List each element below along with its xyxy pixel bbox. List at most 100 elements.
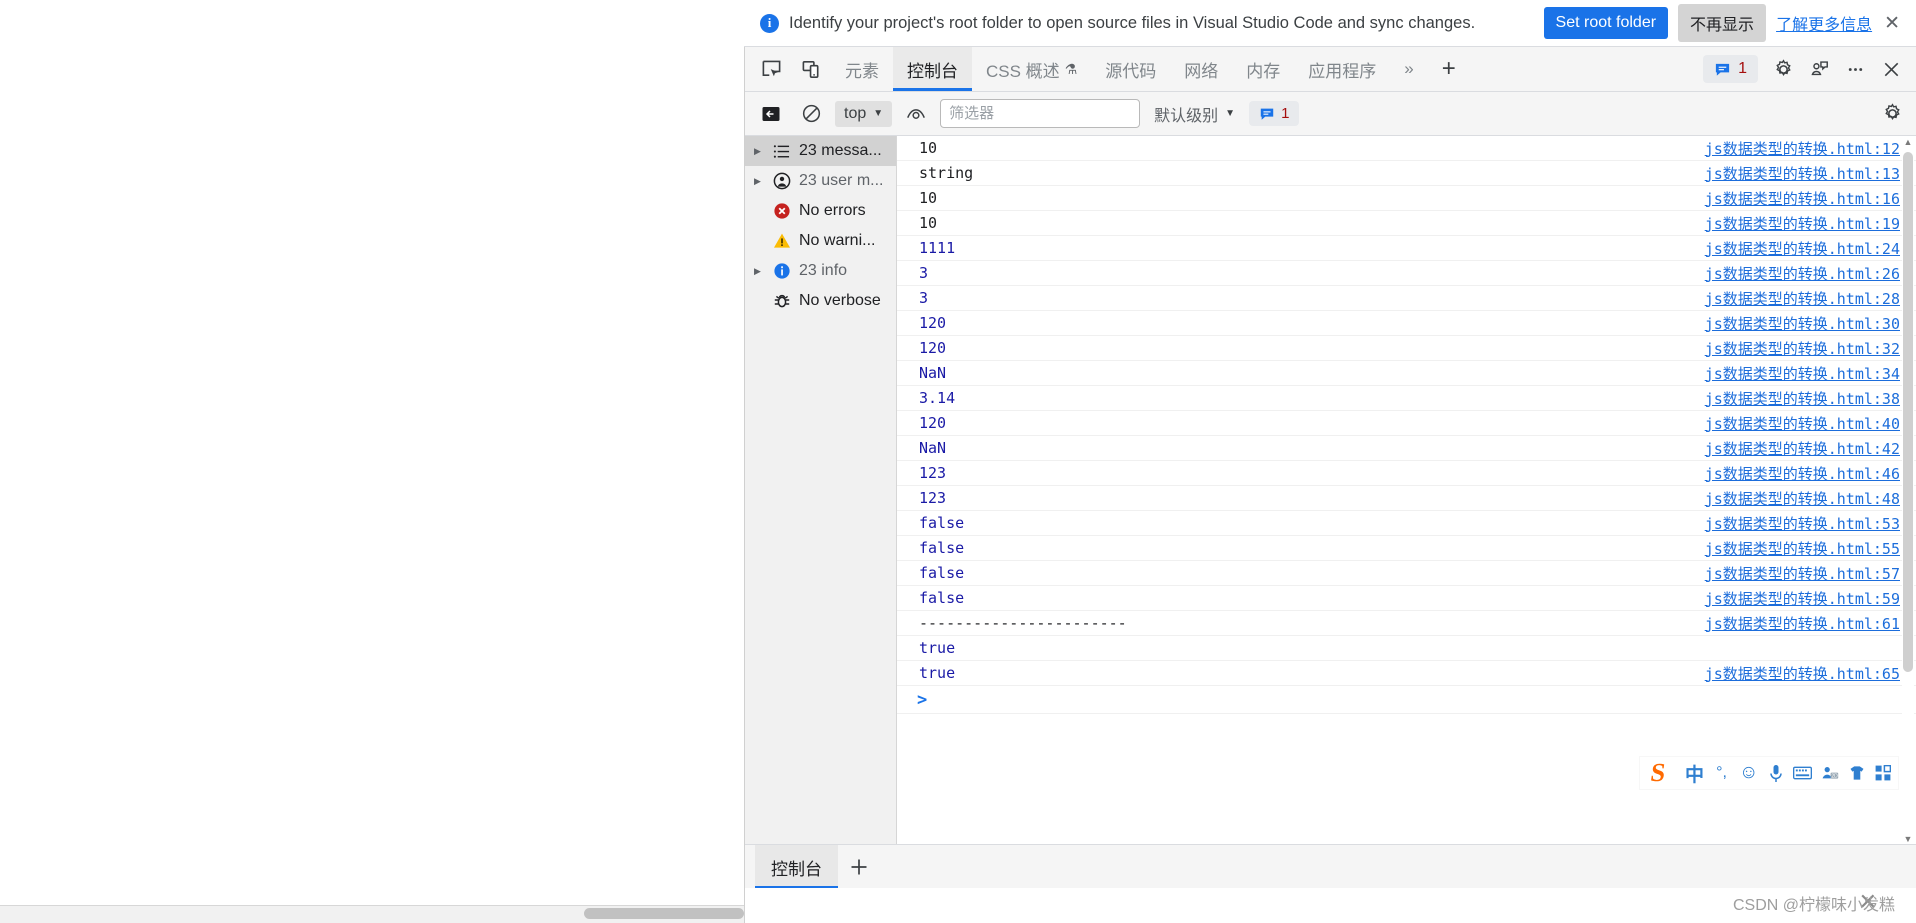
ime-toolbox-icon[interactable]: [1874, 762, 1891, 784]
device-toolbar-icon[interactable]: [791, 47, 831, 91]
ime-mode-chinese[interactable]: 中: [1685, 762, 1704, 786]
console-message-source-link[interactable]: js数据类型的转换.html:65: [1705, 663, 1900, 684]
console-sidebar-item-1[interactable]: ▶ 23 user m...: [745, 166, 896, 196]
console-message-row[interactable]: 120 js数据类型的转换.html:40: [897, 411, 1916, 436]
console-message-row[interactable]: true: [897, 636, 1916, 661]
scrollbar-thumb[interactable]: [1903, 152, 1913, 672]
drawer-add-tool-icon[interactable]: [838, 845, 880, 889]
console-message-row[interactable]: 123 js数据类型的转换.html:48: [897, 486, 1916, 511]
add-panel-icon[interactable]: +: [1428, 47, 1470, 91]
tab-elements[interactable]: 元素: [831, 47, 893, 91]
console-message-row[interactable]: NaN js数据类型的转换.html:34: [897, 361, 1916, 386]
console-message-source-link[interactable]: js数据类型的转换.html:57: [1705, 563, 1900, 584]
console-message-source-link[interactable]: js数据类型的转换.html:13: [1705, 163, 1900, 184]
console-message-row[interactable]: 123 js数据类型的转换.html:46: [897, 461, 1916, 486]
feedback-icon[interactable]: [1802, 52, 1836, 86]
console-vertical-scrollbar[interactable]: ▲ ▼: [1902, 136, 1914, 846]
console-message-value: 10: [919, 189, 938, 207]
console-message-source-link[interactable]: js数据类型的转换.html:30: [1705, 313, 1900, 334]
tab-console[interactable]: 控制台: [893, 47, 972, 91]
console-messages-container: 10 js数据类型的转换.html:12 string js数据类型的转换.html:…: [897, 136, 1916, 686]
console-message-row[interactable]: false js数据类型的转换.html:53: [897, 511, 1916, 536]
console-sidebar-item-5[interactable]: ▶No verbose: [745, 286, 896, 316]
execution-context-select[interactable]: top ▼: [835, 100, 893, 127]
close-devtools-icon[interactable]: [1874, 52, 1908, 86]
console-message-source-link[interactable]: js数据类型的转换.html:16: [1705, 188, 1900, 209]
console-message-source-link[interactable]: js数据类型的转换.html:48: [1705, 488, 1900, 509]
console-message-source-link[interactable]: js数据类型的转换.html:12: [1705, 138, 1900, 159]
console-message-row[interactable]: 10 js数据类型的转换.html:12: [897, 136, 1916, 161]
tab-css-overview[interactable]: CSS 概述 ⚗: [972, 47, 1091, 91]
clear-console-icon[interactable]: [795, 99, 827, 129]
inspect-element-icon[interactable]: [751, 47, 791, 91]
console-message-source-link[interactable]: js数据类型的转换.html:26: [1705, 263, 1900, 284]
settings-gear-icon[interactable]: [1766, 52, 1800, 86]
console-message-row[interactable]: 3 js数据类型的转换.html:28: [897, 286, 1916, 311]
expand-triangle-icon[interactable]: ▶: [751, 176, 764, 187]
page-horizontal-scrollbar[interactable]: [584, 908, 744, 919]
console-message-row[interactable]: string js数据类型的转换.html:13: [897, 161, 1916, 186]
console-message-row[interactable]: 3.14 js数据类型的转换.html:38: [897, 386, 1916, 411]
tab-sources[interactable]: 源代码: [1091, 47, 1170, 91]
ime-skin-icon[interactable]: [1848, 762, 1865, 784]
console-message-source-link[interactable]: js数据类型的转换.html:55: [1705, 538, 1900, 559]
console-message-source-link[interactable]: js数据类型的转换.html:46: [1705, 463, 1900, 484]
console-sidebar-item-0[interactable]: ▶ 23 messa...: [745, 136, 896, 166]
console-message-source-link[interactable]: js数据类型的转换.html:34: [1705, 363, 1900, 384]
tab-application[interactable]: 应用程序: [1294, 47, 1390, 91]
console-message-source-link[interactable]: js数据类型的转换.html:32: [1705, 338, 1900, 359]
learn-more-link[interactable]: 了解更多信息: [1776, 11, 1872, 35]
console-message-source-link[interactable]: js数据类型的转换.html:53: [1705, 513, 1900, 534]
console-sidebar-item-4[interactable]: ▶ 23 info: [745, 256, 896, 286]
console-message-source-link[interactable]: js数据类型的转换.html:28: [1705, 288, 1900, 309]
console-message-source-link[interactable]: js数据类型的转换.html:59: [1705, 588, 1900, 609]
filterbar-issues-button[interactable]: 1: [1249, 101, 1300, 126]
console-message-source-link[interactable]: js数据类型的转换.html:38: [1705, 388, 1900, 409]
drawer-tab-console[interactable]: 控制台: [755, 845, 838, 889]
console-message-row[interactable]: 10 js数据类型的转换.html:16: [897, 186, 1916, 211]
console-message-row[interactable]: false js数据类型的转换.html:59: [897, 586, 1916, 611]
ime-screenshot-icon[interactable]: 2D: [1821, 762, 1839, 784]
console-message-row[interactable]: 120 js数据类型的转换.html:30: [897, 311, 1916, 336]
tab-network[interactable]: 网络: [1170, 47, 1232, 91]
scroll-up-icon[interactable]: ▲: [1902, 136, 1914, 149]
console-message-row[interactable]: true js数据类型的转换.html:65: [897, 661, 1916, 686]
console-message-row[interactable]: 3 js数据类型的转换.html:26: [897, 261, 1916, 286]
issues-counter-button[interactable]: 1: [1703, 55, 1758, 83]
ime-voice-icon[interactable]: [1767, 762, 1784, 784]
console-sidebar-item-2[interactable]: ▶No errors: [745, 196, 896, 226]
expand-triangle-icon[interactable]: ▶: [751, 266, 764, 277]
ime-emoji-icon[interactable]: ☺: [1739, 762, 1758, 784]
expand-triangle-icon[interactable]: ▶: [751, 146, 764, 157]
close-icon[interactable]: ✕: [1882, 14, 1902, 33]
set-root-folder-button[interactable]: Set root folder: [1543, 7, 1669, 39]
log-level-select[interactable]: 默认级别 ▼: [1148, 98, 1241, 130]
console-message-row[interactable]: 10 js数据类型的转换.html:19: [897, 211, 1916, 236]
console-message-row[interactable]: 120 js数据类型的转换.html:32: [897, 336, 1916, 361]
console-message-source-link[interactable]: js数据类型的转换.html:24: [1705, 238, 1900, 259]
console-sidebar-toggle-icon[interactable]: [755, 99, 787, 129]
more-options-icon[interactable]: [1838, 52, 1872, 86]
console-sidebar-item-3[interactable]: ▶No warni...: [745, 226, 896, 256]
console-message-source-link[interactable]: js数据类型的转换.html:19: [1705, 213, 1900, 234]
console-settings-gear-icon[interactable]: [1876, 99, 1908, 129]
user-message-icon: [771, 172, 792, 190]
console-message-source-link[interactable]: js数据类型的转换.html:42: [1705, 438, 1900, 459]
ime-punctuation[interactable]: °,: [1713, 762, 1730, 784]
console-prompt-row[interactable]: >: [897, 686, 1916, 714]
more-tabs-icon[interactable]: »: [1390, 47, 1427, 91]
console-filter-toolbar: top ▼ 默认级别 ▼ 1: [745, 92, 1916, 136]
sogou-logo-icon[interactable]: S: [1638, 757, 1678, 789]
console-message-source-link[interactable]: js数据类型的转换.html:40: [1705, 413, 1900, 434]
console-message-row[interactable]: false js数据类型的转换.html:55: [897, 536, 1916, 561]
ime-soft-keyboard-icon[interactable]: [1793, 762, 1813, 784]
console-message-row[interactable]: 1111 js数据类型的转换.html:24: [897, 236, 1916, 261]
tab-memory[interactable]: 内存: [1232, 47, 1294, 91]
filter-input[interactable]: [940, 99, 1141, 128]
console-message-row[interactable]: NaN js数据类型的转换.html:42: [897, 436, 1916, 461]
dont-show-again-button[interactable]: 不再显示: [1678, 4, 1767, 42]
console-message-row[interactable]: ----------------------- js数据类型的转换.html:61: [897, 611, 1916, 636]
console-message-row[interactable]: false js数据类型的转换.html:57: [897, 561, 1916, 586]
eye-icon[interactable]: [900, 99, 932, 129]
console-message-source-link[interactable]: js数据类型的转换.html:61: [1705, 613, 1900, 634]
